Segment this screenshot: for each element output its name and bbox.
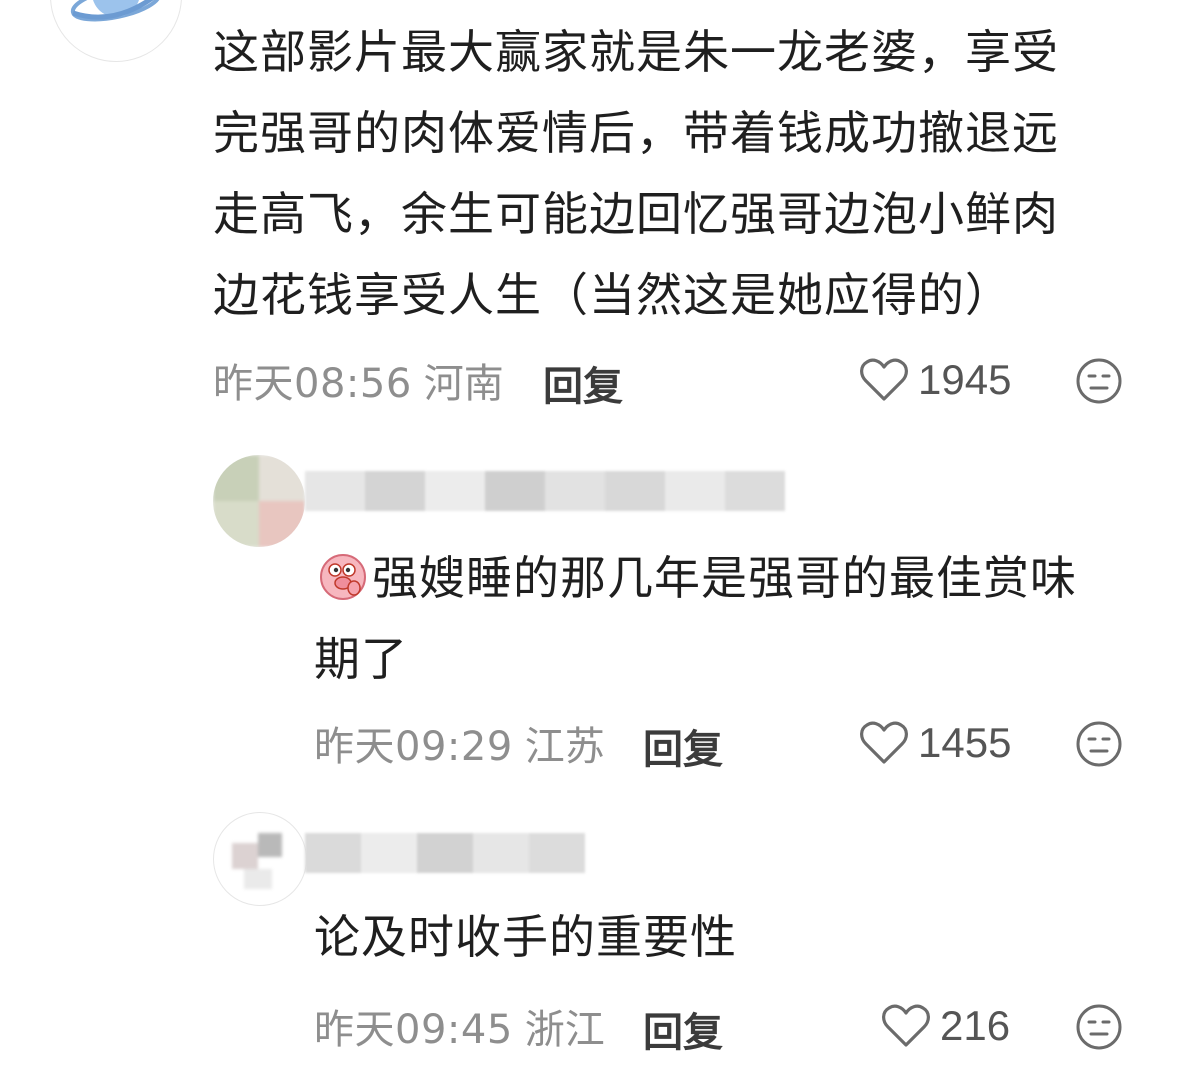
like-button-2[interactable]: 1455 — [860, 713, 1011, 773]
comment-meta-1: 昨天08:56 河南 — [213, 350, 504, 410]
neutral-face-icon — [1076, 358, 1122, 404]
comment-time: 昨天08:56 — [213, 361, 412, 407]
comment-time: 昨天09:29 — [314, 724, 513, 770]
heart-outline-icon — [882, 1004, 930, 1047]
comment-text-2: 强嫂睡的那几年是强哥的最佳赏味 期了 — [314, 551, 1077, 686]
comment-meta-2: 昨天09:29 江苏 — [314, 713, 605, 773]
planet-icon — [52, 0, 180, 60]
like-count: 1945 — [918, 356, 1012, 403]
heart-outline-icon — [860, 358, 908, 401]
dislike-button-2[interactable] — [1075, 720, 1123, 772]
user-avatar-2[interactable] — [213, 455, 305, 547]
user-avatar-3[interactable] — [213, 812, 307, 906]
reply-button-1[interactable]: 回复 — [543, 354, 623, 412]
neutral-face-icon — [1076, 1004, 1122, 1050]
username-blurred-3 — [305, 830, 585, 876]
comment-list: 这部影片最大赢家就是朱一龙老婆，享受 完强哥的肉体爱情后，带着钱成功撤退远 走高… — [0, 0, 1191, 1080]
user-avatar-1[interactable] — [50, 0, 182, 62]
comment-text-3: 论及时收手的重要性 — [314, 910, 737, 964]
avatar-pixelated — [213, 455, 305, 547]
like-button-1[interactable]: 1945 — [860, 350, 1011, 410]
comment-region: 浙江 — [524, 1007, 605, 1053]
comment-text-1: 这部影片最大赢家就是朱一龙老婆，享受 完强哥的肉体爱情后，带着钱成功撤退远 走高… — [213, 25, 1059, 322]
reply-button-3[interactable]: 回复 — [643, 1000, 723, 1058]
comment-region: 江苏 — [524, 724, 605, 770]
like-count: 1455 — [918, 719, 1012, 766]
comment-time: 昨天09:45 — [314, 1007, 513, 1053]
reply-button-2[interactable]: 回复 — [643, 717, 723, 775]
dislike-button-3[interactable] — [1075, 1003, 1123, 1055]
like-button-3[interactable]: 216 — [882, 996, 1010, 1056]
like-count: 216 — [940, 1002, 1011, 1049]
comment-region: 河南 — [423, 361, 504, 407]
avatar-pixelated — [214, 813, 306, 905]
comment-meta-3: 昨天09:45 浙江 — [314, 996, 605, 1056]
neutral-face-icon — [1076, 721, 1122, 767]
username-blurred-2 — [305, 468, 785, 514]
dislike-button-1[interactable] — [1075, 357, 1123, 409]
heart-outline-icon — [860, 721, 908, 764]
